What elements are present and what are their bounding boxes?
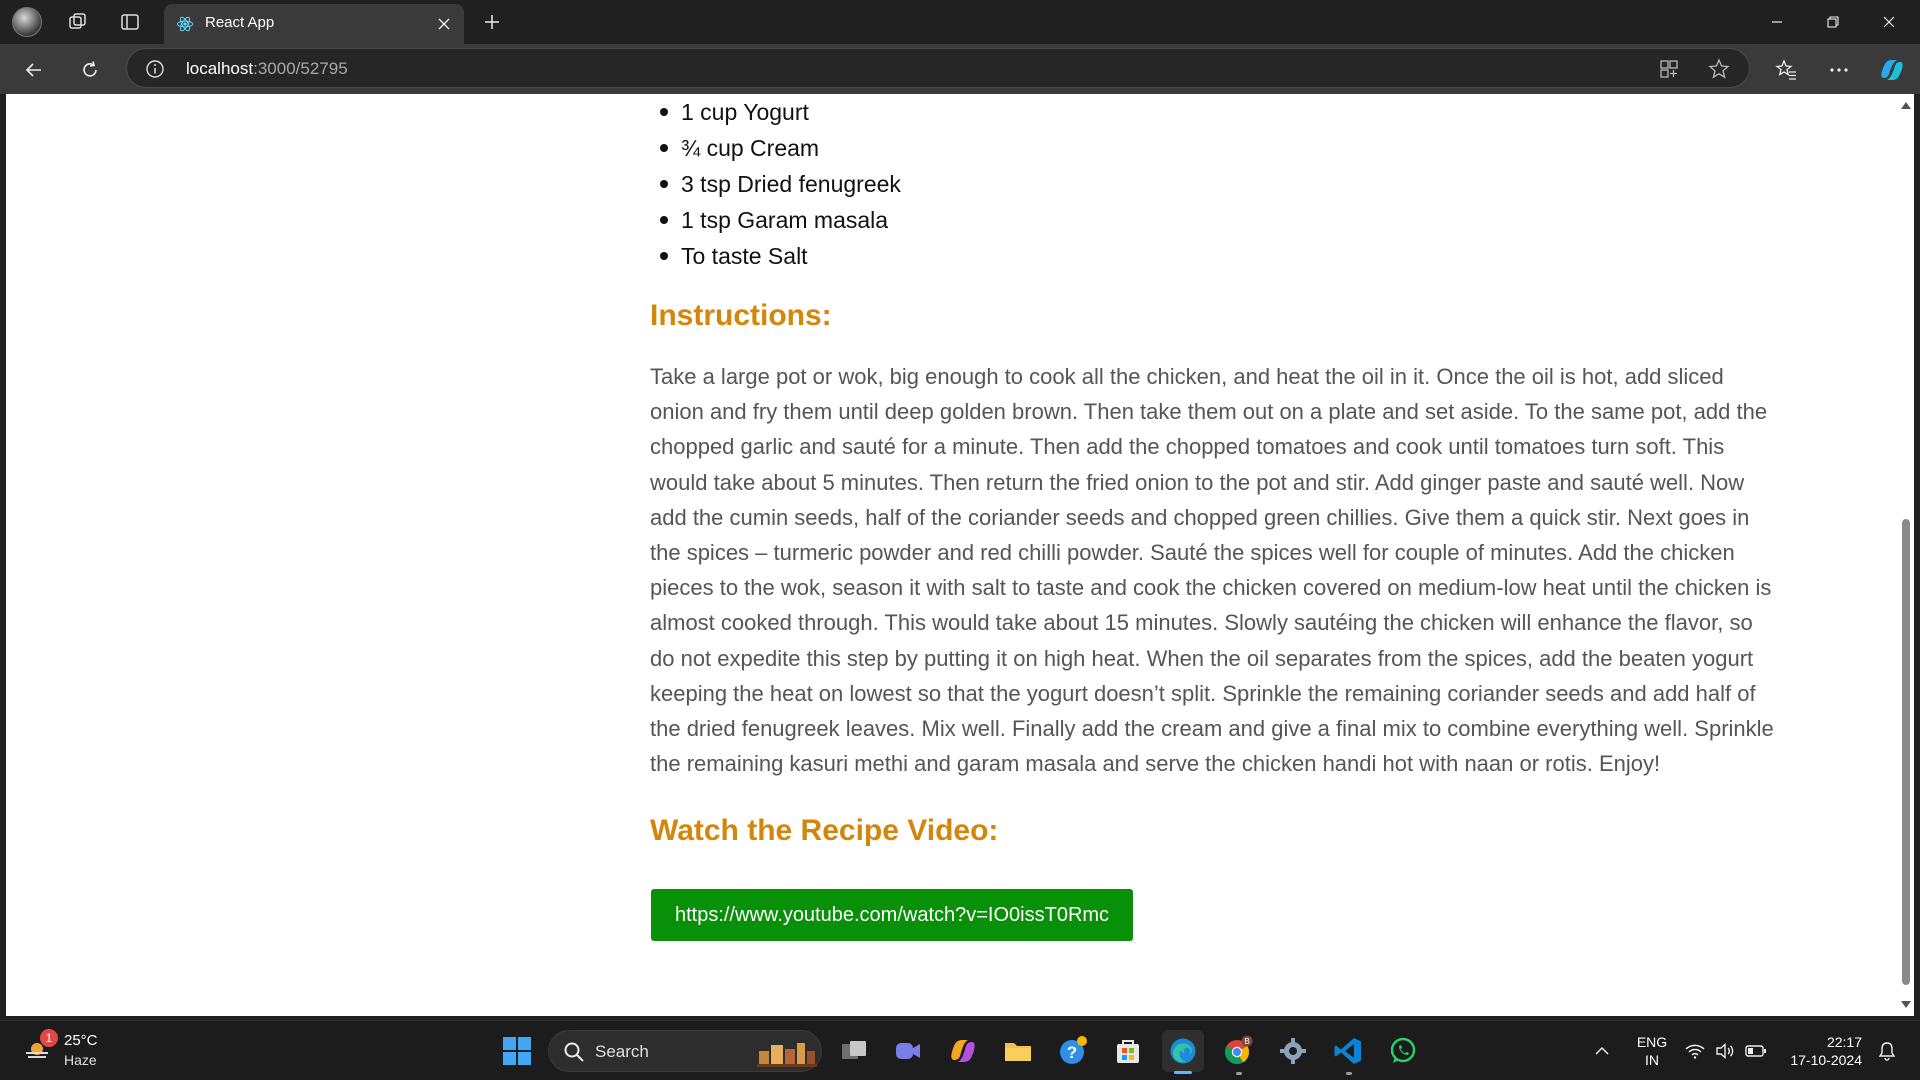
weather-description: Haze xyxy=(64,1052,97,1068)
search-icon xyxy=(564,1042,584,1062)
close-window-button[interactable] xyxy=(1862,0,1916,44)
vscode-icon[interactable] xyxy=(1327,1030,1369,1072)
browser-toolbar: localhost:3000/52795 xyxy=(0,44,1920,94)
restore-button[interactable] xyxy=(1806,0,1860,44)
whatsapp-icon[interactable] xyxy=(1382,1030,1424,1072)
notifications-bell-icon[interactable] xyxy=(1872,1021,1902,1080)
url-text[interactable]: localhost:3000/52795 xyxy=(186,59,348,79)
instructions-text: Take a large pot or wok, big enough to c… xyxy=(650,364,1774,777)
ingredient-item: ¾ cup Cream xyxy=(650,130,901,166)
system-clock[interactable]: 22:17 17-10-2024 xyxy=(1778,1033,1862,1069)
clock-date: 17-10-2024 xyxy=(1790,1052,1862,1068)
get-help-icon[interactable]: ? xyxy=(1052,1030,1094,1072)
input-language-indicator[interactable]: ENG IN xyxy=(1632,1033,1672,1069)
weather-temperature: 25°C xyxy=(64,1032,98,1049)
file-explorer-icon[interactable] xyxy=(997,1030,1039,1072)
address-bar[interactable]: localhost:3000/52795 xyxy=(126,48,1750,88)
more-options-icon[interactable] xyxy=(1823,54,1855,86)
copilot-app-icon[interactable] xyxy=(942,1030,984,1072)
browser-tab-bar: React App xyxy=(0,0,1920,44)
settings-gear-icon[interactable] xyxy=(1272,1030,1314,1072)
search-label: Search xyxy=(595,1042,649,1061)
tab-title: React App xyxy=(205,14,275,31)
ingredient-item: 1 tsp Garam masala xyxy=(650,202,901,238)
search-highlight-icon xyxy=(757,1043,817,1067)
scroll-up-arrow-icon[interactable] xyxy=(1901,102,1911,109)
weather-widget[interactable]: 1 25°C Haze xyxy=(22,1029,132,1073)
ingredient-item: 3 tsp Dried fenugreek xyxy=(650,166,901,202)
page-viewport: 1 cup Yogurt ¾ cup Cream 3 tsp Dried fen… xyxy=(6,94,1898,1016)
favorites-icon[interactable] xyxy=(1770,54,1802,86)
meet-video-icon[interactable] xyxy=(887,1030,929,1072)
region-code: IN xyxy=(1645,1052,1659,1068)
scrollbar-thumb[interactable] xyxy=(1902,519,1910,985)
edge-browser-icon[interactable] xyxy=(1162,1030,1204,1072)
ingredients-list: 1 cup Yogurt ¾ cup Cream 3 tsp Dried fen… xyxy=(650,94,901,274)
chrome-browser-icon[interactable]: B xyxy=(1217,1030,1259,1072)
page-scrollbar[interactable] xyxy=(1898,94,1914,1016)
svg-text:?: ? xyxy=(1067,1043,1077,1062)
instructions-heading: Instructions: xyxy=(650,299,832,332)
scroll-down-arrow-icon[interactable] xyxy=(1901,1001,1911,1008)
recipe-video-link[interactable]: https://www.youtube.com/watch?v=IO0issT0… xyxy=(651,889,1134,941)
microsoft-store-icon[interactable] xyxy=(1107,1030,1149,1072)
weather-badge: 1 xyxy=(40,1029,58,1047)
refresh-button[interactable] xyxy=(74,54,106,86)
react-logo-icon xyxy=(176,16,194,32)
ingredient-item: To taste Salt xyxy=(650,238,901,274)
new-tab-button[interactable] xyxy=(478,8,506,36)
battery-icon[interactable] xyxy=(1742,1021,1770,1080)
workspaces-icon[interactable] xyxy=(64,8,92,36)
app-available-icon[interactable] xyxy=(1657,57,1681,81)
site-info-icon[interactable] xyxy=(145,59,165,79)
chrome-profile-badge: B xyxy=(1244,1037,1249,1046)
back-button[interactable] xyxy=(18,54,50,86)
copilot-icon[interactable] xyxy=(1876,54,1908,86)
profile-avatar[interactable] xyxy=(12,7,42,37)
clock-time: 22:17 xyxy=(1826,1034,1862,1050)
close-tab-icon[interactable] xyxy=(432,12,456,36)
running-app-indicator xyxy=(1346,1072,1352,1075)
url-path: :3000/52795 xyxy=(253,59,348,78)
taskbar-search[interactable]: Search xyxy=(548,1030,822,1072)
video-heading: Watch the Recipe Video: xyxy=(650,814,999,847)
show-hidden-icons-chevron-up-icon[interactable] xyxy=(1586,1021,1618,1080)
volume-icon[interactable] xyxy=(1712,1021,1738,1080)
active-app-indicator xyxy=(1174,1071,1192,1074)
start-button[interactable] xyxy=(496,1030,538,1072)
ingredient-item: 1 cup Yogurt xyxy=(650,94,901,130)
favorite-star-icon[interactable] xyxy=(1707,57,1731,81)
url-host: localhost xyxy=(186,59,254,78)
language-code: ENG xyxy=(1636,1034,1668,1050)
wifi-icon[interactable] xyxy=(1682,1021,1708,1080)
windows-logo-icon xyxy=(503,1037,531,1065)
tab-react-app[interactable]: React App xyxy=(164,4,464,44)
minimize-button[interactable] xyxy=(1750,0,1804,44)
task-view-icon[interactable] xyxy=(833,1030,875,1072)
vertical-tabs-icon[interactable] xyxy=(116,8,144,36)
windows-taskbar: 1 25°C Haze Search ? B ENG IN 22:17 17-1… xyxy=(0,1020,1920,1080)
running-app-indicator xyxy=(1236,1072,1242,1075)
